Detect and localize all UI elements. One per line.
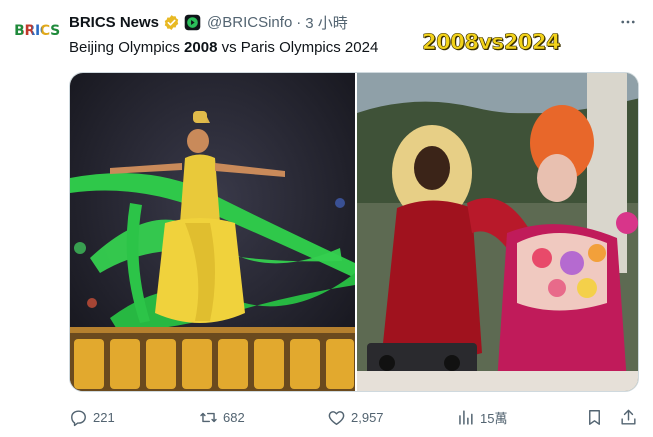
avatar[interactable]: BRICS (14, 20, 60, 42)
handle[interactable]: @BRICSinfo (207, 14, 292, 31)
share-button[interactable] (619, 405, 638, 429)
tweet-text-part2: vs Paris Olympics 2024 (217, 39, 379, 56)
media-image-paris[interactable] (355, 73, 638, 391)
display-name[interactable]: BRICS News (69, 14, 159, 31)
tweet-text-part1: Beijing Olympics (69, 39, 185, 56)
media-image-beijing[interactable] (70, 73, 355, 391)
play-badge-icon (184, 14, 201, 31)
views-count: 15萬 (480, 410, 508, 426)
paris-scene (357, 73, 638, 391)
bookmark-icon (589, 409, 600, 425)
tweet-header: BRICS News @BRICSinfo · 3 小時 (69, 11, 348, 33)
separator-dot: · (296, 13, 302, 31)
reply-count: 221 (93, 409, 115, 425)
views-button[interactable]: 15萬 (456, 405, 507, 429)
like-icon (328, 410, 345, 425)
media-caption-overlay: 2008vs2024 (422, 30, 561, 55)
repost-count: 682 (223, 409, 245, 425)
like-count: 2,957 (351, 409, 384, 425)
tweet-media[interactable] (69, 72, 639, 392)
reply-button[interactable]: 221 (69, 405, 115, 429)
repost-button[interactable]: 682 (199, 405, 245, 429)
bookmark-button[interactable] (585, 405, 604, 429)
share-icon (621, 409, 636, 425)
beijing-scene (70, 73, 355, 391)
tweet-text-bold: 2008 (184, 39, 218, 56)
avatar-logo-text: BRICS (14, 23, 60, 39)
timestamp[interactable]: 3 小時 (305, 12, 348, 33)
repost-icon (200, 412, 217, 422)
tweet-text: Beijing Olympics 2008 vs Paris Olympics … (69, 38, 378, 58)
action-bar: 221 682 2,957 15萬 (69, 405, 639, 429)
views-icon (459, 409, 473, 425)
reply-icon (71, 409, 86, 426)
like-button[interactable]: 2,957 (327, 405, 384, 429)
more-button[interactable] (617, 11, 639, 33)
more-icon (621, 20, 635, 24)
verified-badge-icon (163, 14, 180, 31)
